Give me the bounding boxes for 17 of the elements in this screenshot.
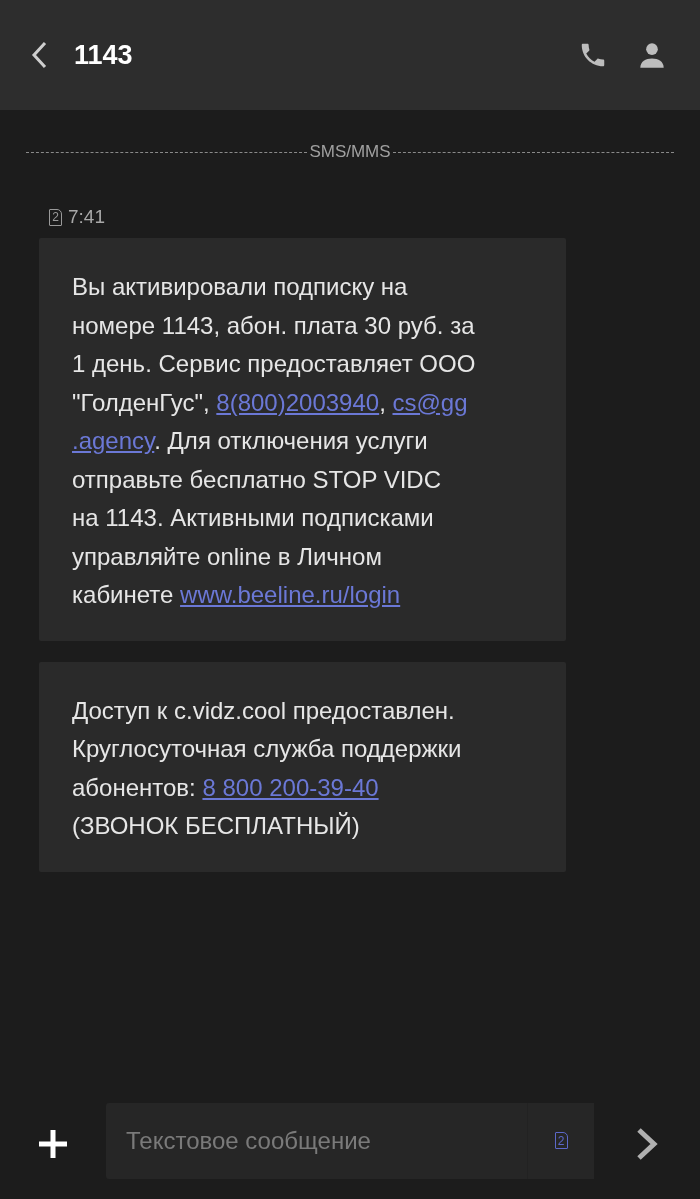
message-link[interactable]: .agency <box>72 427 155 454</box>
message-input[interactable]: Текстовое сообщение 2 <box>106 1102 594 1179</box>
sim-select-button[interactable]: 2 <box>527 1102 594 1179</box>
person-icon <box>638 41 666 69</box>
chevron-left-icon <box>30 40 48 70</box>
contact-title: 1143 <box>74 39 134 71</box>
message-link[interactable]: www.beeline.ru/login <box>180 581 401 608</box>
chevron-right-icon <box>636 1126 658 1161</box>
message-text: Вы активировали подписку на номере 1143, абон. плата 30 руб. за 1 день. Сервис предоставляет ООО "ГолденГус", 8(800)2003940, cs@gg .agency. Для отключения услуги отправьте бесплатно STOP VIDC на 1143. Активными подписками управляйте online в Личном кабинете www.beeline.ru/login <box>72 272 477 610</box>
message-link[interactable]: cs@gg <box>392 388 468 416</box>
plus-icon <box>37 1127 69 1160</box>
sim-icon: 2 <box>49 208 62 226</box>
message-text: Доступ к c.vidz.cool предоставлен. Круглосуточная служба поддержки абонентов: 8 800 200-39-40 (ЗВОНОК БЕСПЛАТНЫЙ) <box>72 695 463 841</box>
message-link[interactable]: 8(800)2003940 <box>216 388 380 416</box>
message-link[interactable]: 8 800 200-39-40 <box>202 773 379 801</box>
divider-label: SMS/MMS <box>308 142 392 162</box>
message-time: 7:41 <box>68 206 105 228</box>
